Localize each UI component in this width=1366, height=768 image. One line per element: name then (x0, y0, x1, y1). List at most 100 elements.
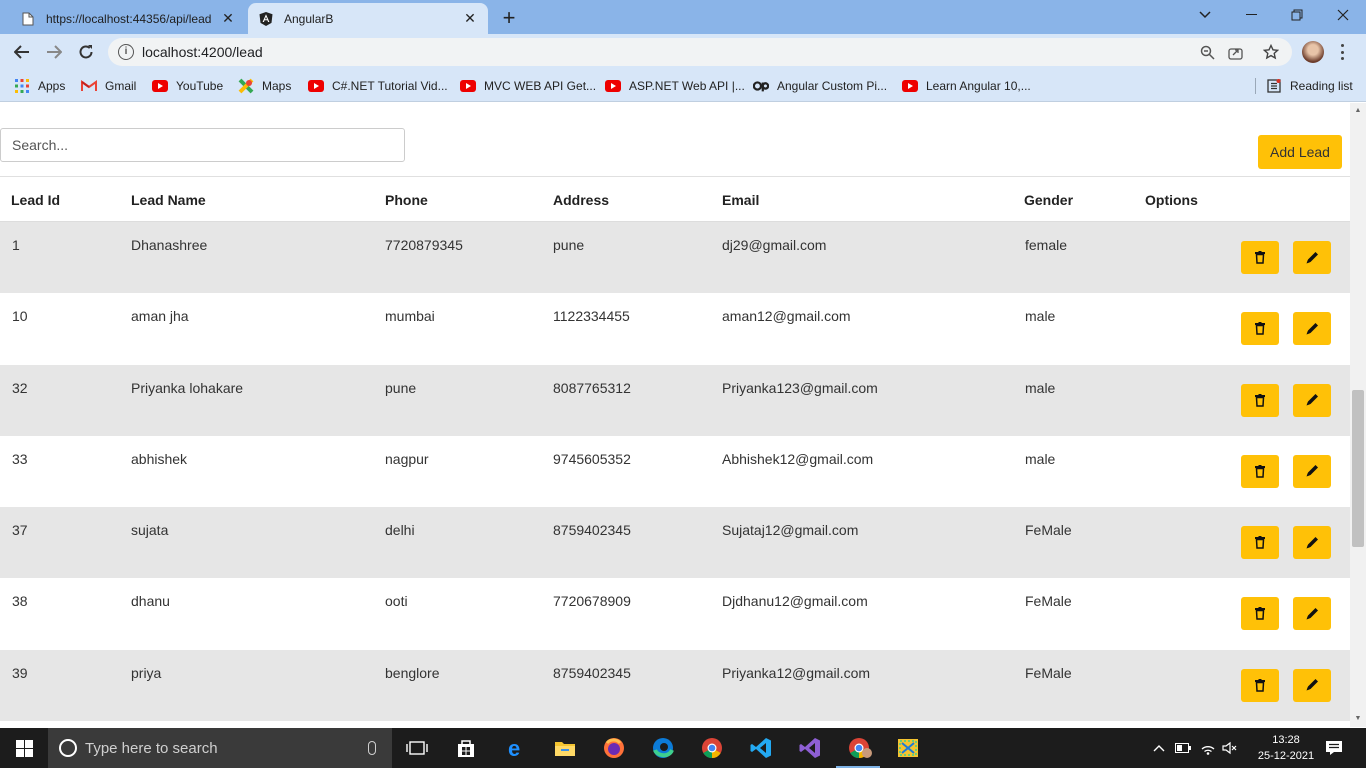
bookmark-apps[interactable]: Apps (14, 77, 65, 95)
visual-studio-icon[interactable] (796, 734, 824, 762)
close-tab-icon[interactable]: ✕ (220, 10, 236, 27)
scrollbar-thumb[interactable] (1352, 390, 1364, 547)
add-lead-button[interactable]: Add Lead (1258, 135, 1342, 169)
wifi-icon[interactable] (1198, 728, 1218, 768)
edit-lead-button[interactable] (1293, 241, 1331, 274)
cell-gender: female (1025, 237, 1068, 253)
search-input[interactable] (0, 128, 405, 162)
bookmark-maps[interactable]: Maps (238, 77, 291, 95)
battery-icon[interactable] (1173, 728, 1193, 768)
close-window-icon[interactable] (1320, 0, 1366, 30)
edit-lead-button[interactable] (1293, 668, 1331, 702)
address-bar[interactable]: i localhost:4200/lead (108, 38, 1292, 66)
restore-icon[interactable] (1274, 0, 1320, 30)
browser-tab-strip: https://localhost:44356/api/lead ✕ Angul… (0, 0, 1366, 34)
delete-lead-button[interactable] (1241, 526, 1279, 560)
youtube-icon (308, 78, 324, 94)
reload-icon[interactable] (73, 39, 99, 65)
maps-icon (238, 78, 254, 94)
tab-search-chevron-icon[interactable] (1182, 0, 1228, 30)
show-hidden-icons-chevron-icon[interactable] (1150, 728, 1168, 768)
column-header-options: Options (1145, 192, 1198, 208)
edit-lead-button[interactable] (1293, 383, 1331, 417)
bookmark-label: C#.NET Tutorial Vid... (332, 79, 448, 93)
taskbar-clock[interactable]: 13:28 25-12-2021 (1256, 732, 1316, 764)
snip-tool-icon[interactable] (894, 734, 922, 762)
bookmark-mvc-web-api[interactable]: MVC WEB API Get... (460, 77, 596, 95)
table-row: 1 Dhanashree 7720879345 pune dj29@gmail.com f… (0, 222, 1350, 294)
new-tab-button[interactable]: + (497, 5, 521, 30)
close-tab-icon[interactable]: ✕ (462, 10, 478, 27)
volume-muted-icon[interactable] (1220, 728, 1240, 768)
taskbar-search-box[interactable]: Type here to search (48, 728, 392, 768)
pencil-icon (1305, 393, 1319, 407)
site-info-icon[interactable]: i (118, 44, 134, 60)
bookmark-csharp-tutorial[interactable]: C#.NET Tutorial Vid... (308, 77, 448, 95)
delete-lead-button[interactable] (1241, 454, 1279, 488)
cell-address: 8087765312 (553, 379, 631, 396)
firefox-icon[interactable] (600, 734, 628, 762)
table-row: 32 Priyanka lohakare pune 8087765312 Priyank… (0, 364, 1350, 436)
bookmark-aspnet-web-api[interactable]: ASP.NET Web API |... (605, 77, 745, 95)
pencil-icon (1305, 678, 1319, 692)
delete-lead-button[interactable] (1241, 241, 1279, 274)
bookmark-star-icon[interactable] (1262, 43, 1280, 61)
edit-lead-button[interactable] (1293, 526, 1331, 560)
clock-time: 13:28 (1272, 734, 1300, 746)
cell-gender: FeMale (1025, 664, 1072, 681)
cell-gender: male (1025, 308, 1056, 325)
notifications-icon[interactable] (1322, 728, 1346, 768)
bookmarks-divider (1255, 78, 1256, 94)
chrome-profile-icon[interactable] (846, 734, 874, 762)
edit-lead-button[interactable] (1293, 597, 1331, 631)
internet-explorer-icon[interactable]: e (502, 734, 530, 762)
microphone-icon[interactable] (368, 741, 376, 755)
windows-start-icon[interactable] (0, 728, 48, 768)
task-view-icon[interactable] (403, 734, 431, 762)
chrome-icon[interactable] (698, 734, 726, 762)
cell-gender: male (1025, 379, 1056, 396)
pencil-icon (1305, 464, 1319, 478)
bookmark-youtube[interactable]: YouTube (152, 77, 223, 95)
youtube-icon (605, 78, 621, 94)
cell-phone: delhi (385, 522, 415, 539)
cell-lead-name: abhishek (131, 450, 188, 467)
edge-icon[interactable] (649, 734, 677, 762)
browser-tab-angularb[interactable]: AngularB ✕ (248, 3, 488, 34)
zoom-icon[interactable] (1198, 43, 1216, 61)
back-arrow-icon[interactable] (9, 39, 35, 65)
delete-lead-button[interactable] (1241, 668, 1279, 702)
edit-lead-button[interactable] (1293, 454, 1331, 488)
edit-lead-button[interactable] (1293, 312, 1331, 346)
column-header-email: Email (722, 192, 760, 208)
cell-phone: mumbai (385, 308, 435, 325)
forward-arrow-icon[interactable] (41, 39, 67, 65)
bookmark-angular-custom[interactable]: Angular Custom Pi... (753, 77, 887, 95)
bookmark-learn-angular[interactable]: Learn Angular 10,... (902, 77, 1031, 95)
browser-tab-api[interactable]: https://localhost:44356/api/lead ✕ (10, 3, 246, 34)
minimize-icon[interactable] (1228, 0, 1274, 30)
bookmark-label: Angular Custom Pi... (777, 79, 888, 93)
clock-date: 25-12-2021 (1257, 750, 1315, 762)
cell-lead-name: priya (131, 664, 162, 681)
microsoft-store-icon[interactable] (452, 734, 480, 762)
bookmark-gmail[interactable]: Gmail (81, 77, 136, 95)
delete-lead-button[interactable] (1241, 312, 1279, 346)
delete-lead-button[interactable] (1241, 383, 1279, 417)
browser-menu-icon[interactable] (1336, 42, 1348, 62)
cell-address: 8759402345 (553, 664, 631, 681)
share-icon[interactable] (1226, 43, 1244, 61)
table-row: 33 abhishek nagpur 9745605352 Abhishek12@gma… (0, 435, 1350, 508)
column-header-address: Address (553, 192, 610, 208)
browser-toolbar: i localhost:4200/lead (0, 34, 1366, 70)
reading-list-button[interactable]: Reading list (1266, 77, 1353, 95)
profile-avatar[interactable] (1302, 41, 1324, 63)
cell-lead-name: Priyanka lohakare (131, 379, 244, 396)
file-explorer-icon[interactable] (551, 734, 579, 762)
delete-lead-button[interactable] (1241, 597, 1279, 631)
address-url: localhost:4200/lead (142, 44, 263, 60)
scroll-down-arrow-icon[interactable]: ▼ (1352, 713, 1364, 723)
vscode-icon[interactable] (747, 734, 775, 762)
scroll-up-arrow-icon[interactable]: ▲ (1352, 105, 1364, 115)
cortana-search-icon (59, 739, 77, 757)
